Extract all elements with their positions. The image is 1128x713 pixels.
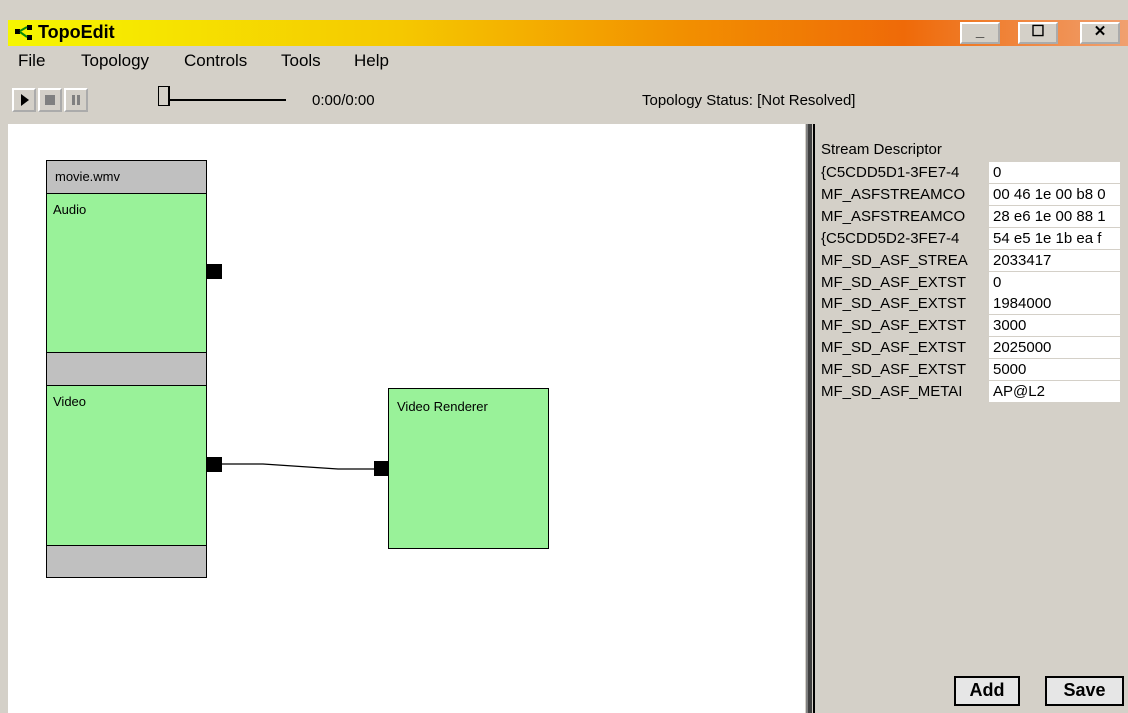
property-value[interactable]: 2025000 [989,337,1120,359]
property-row[interactable]: MF_SD_ASF_EXTST 3000 [821,315,1128,337]
stop-icon [45,95,55,105]
property-key: {C5CDD5D2-3FE7-4 [821,229,960,247]
property-value[interactable]: 54 e5 1e 1b ea f [989,227,1120,249]
stop-button[interactable] [38,88,62,112]
seek-slider-track[interactable] [158,99,286,101]
minimize-button[interactable]: _ [960,22,1000,44]
property-value[interactable]: 0 [989,162,1120,183]
menu-tools[interactable]: Tools [281,51,321,71]
pause-icon [72,95,80,105]
seek-slider-thumb[interactable] [158,86,170,106]
play-icon [21,94,29,106]
playback-time: 0:00/0:00 [312,92,375,109]
property-row[interactable]: MF_ASFSTREAMCO 00 46 1e 00 b8 0 [821,183,1128,205]
save-button[interactable]: Save [1045,676,1124,706]
menu-controls[interactable]: Controls [184,51,247,71]
property-value[interactable]: 5000 [989,359,1120,381]
window-title: TopoEdit [38,22,115,42]
property-key: MF_SD_ASF_EXTST [821,339,967,357]
property-row[interactable]: MF_ASFSTREAMCO 28 e6 1e 00 88 1 [821,205,1128,227]
property-row[interactable]: MF_SD_ASF_METAI AP@L2 [821,381,1128,402]
panel-splitter[interactable] [806,124,812,713]
properties-title: Stream Descriptor [821,141,942,158]
maximize-button[interactable]: ☐ [1018,22,1058,44]
close-button[interactable]: ✕ [1080,22,1120,44]
property-value[interactable]: 00 46 1e 00 b8 0 [989,183,1120,205]
property-row[interactable]: MF_SD_ASF_STREA 2033417 [821,249,1128,271]
property-row[interactable]: MF_SD_ASF_EXTST 2025000 [821,337,1128,359]
properties-panel: Stream Descriptor {C5CDD5D1-3FE7-4 0 MF_AS… [813,124,1128,713]
video-renderer-node[interactable]: Video Renderer [388,388,549,549]
topology-app-icon [15,25,32,40]
menu-file[interactable]: File [18,51,45,71]
property-row[interactable]: {C5CDD5D2-3FE7-4 54 e5 1e 1b ea f [821,227,1128,249]
play-button[interactable] [12,88,36,112]
property-key: MF_SD_ASF_STREA [821,251,968,269]
property-key: MF_SD_ASF_EXTST [821,361,967,379]
property-row[interactable]: MF_SD_ASF_EXTST 5000 [821,359,1128,381]
toolbar: 0:00/0:00 Topology Status: [Not Resolved… [8,78,1128,120]
property-key: MF_ASFSTREAMCO [821,185,966,203]
property-key: MF_ASFSTREAMCO [821,207,966,225]
property-value[interactable]: 2033417 [989,249,1120,271]
property-key: MF_SD_ASF_EXTST [821,295,967,313]
property-value[interactable]: 3000 [989,315,1120,337]
menu-bar: File Topology Controls Tools Help [8,48,1128,74]
topology-status: Topology Status: [Not Resolved] [642,92,856,109]
property-key: MF_SD_ASF_METAI [821,383,963,400]
property-row[interactable]: MF_SD_ASF_EXTST 0 [821,271,1128,293]
property-value[interactable]: 1984000 [989,293,1120,315]
property-value[interactable]: 0 [989,271,1120,293]
property-key: {C5CDD5D1-3FE7-4 [821,164,960,181]
title-bar[interactable]: TopoEdit _ ☐ ✕ [8,20,1128,46]
property-value[interactable]: 28 e6 1e 00 88 1 [989,205,1120,227]
pause-button[interactable] [64,88,88,112]
property-row[interactable]: MF_SD_ASF_EXTST 1984000 [821,293,1128,315]
renderer-input-pin[interactable] [374,461,389,476]
video-renderer-label: Video Renderer [397,399,488,414]
menu-help[interactable]: Help [354,51,389,71]
property-key: MF_SD_ASF_EXTST [821,273,967,291]
property-key: MF_SD_ASF_EXTST [821,317,967,335]
property-row[interactable]: {C5CDD5D1-3FE7-4 0 [821,162,1128,183]
add-button[interactable]: Add [954,676,1020,706]
menu-topology[interactable]: Topology [81,51,149,71]
topology-canvas[interactable]: movie.wmv Audio Video Video Renderer [8,124,805,713]
property-value[interactable]: AP@L2 [989,381,1120,402]
topoedit-window: TopoEdit _ ☐ ✕ File Topology Controls To… [0,0,1128,713]
